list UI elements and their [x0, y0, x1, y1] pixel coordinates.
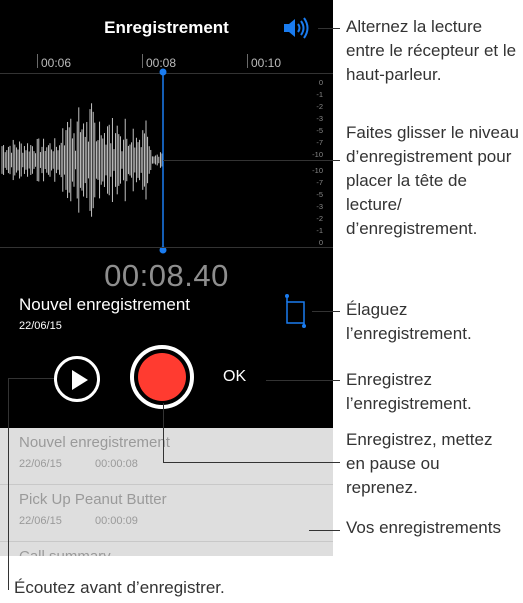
- list-item-date: 22/06/15: [19, 458, 62, 470]
- record-button[interactable]: [130, 345, 194, 409]
- list-item[interactable]: Pick Up Peanut Butter 22/06/15 00:00:09: [0, 485, 333, 542]
- callout-line: [309, 530, 340, 531]
- play-icon: [72, 370, 88, 390]
- waveform-divider: [0, 247, 333, 248]
- callout-save: Enregistrez l’enregistrement.: [346, 370, 472, 413]
- list-item-title: Nouvel enregistrement: [19, 434, 170, 451]
- callout-line: [312, 311, 340, 312]
- record-icon: [138, 353, 186, 401]
- callout-record: Enregistrez, mettez en pause ou reprenez…: [346, 430, 493, 497]
- recording-name[interactable]: Nouvel enregistrement: [19, 295, 190, 315]
- voice-memos-screen: Enregistrement 00:06 00:08 00:10 0 -1 -2…: [0, 0, 333, 428]
- callout-line: [8, 378, 54, 379]
- callout-recordings: Vos enregistrements: [346, 518, 501, 537]
- callout-line: [163, 403, 164, 463]
- callout-line: [163, 160, 340, 161]
- callout-trim: Élaguez l’enregistrement.: [346, 300, 472, 343]
- callout-line: [8, 378, 9, 590]
- callout-line: [163, 462, 340, 463]
- play-button[interactable]: [54, 356, 100, 402]
- callout-listen: Écoutez avant d’enregistrer.: [14, 578, 225, 597]
- trim-icon[interactable]: [282, 292, 310, 328]
- list-item[interactable]: Call summary: [0, 542, 333, 556]
- list-item-duration: 00:00:08: [95, 458, 138, 470]
- callout-speaker: Alternez la lecture entre le récepteur e…: [346, 17, 517, 84]
- list-item-duration: 00:00:09: [95, 515, 138, 527]
- speaker-icon[interactable]: [282, 15, 312, 41]
- list-item[interactable]: Nouvel enregistrement 22/06/15 00:00:08: [0, 428, 333, 485]
- elapsed-time: 00:08.40: [104, 258, 229, 293]
- callout-drag: Faites glisser le niveau d’enregistremen…: [346, 123, 519, 238]
- callout-line: [318, 28, 340, 29]
- list-item-date: 22/06/15: [19, 515, 62, 527]
- playhead[interactable]: [0, 62, 333, 262]
- callout-line: [266, 380, 340, 381]
- ok-button[interactable]: OK: [223, 368, 246, 386]
- list-item-title: Pick Up Peanut Butter: [19, 491, 167, 508]
- recordings-list[interactable]: Nouvel enregistrement 22/06/15 00:00:08 …: [0, 428, 333, 556]
- list-item-title: Call summary: [19, 548, 111, 556]
- recording-date: 22/06/15: [19, 320, 62, 332]
